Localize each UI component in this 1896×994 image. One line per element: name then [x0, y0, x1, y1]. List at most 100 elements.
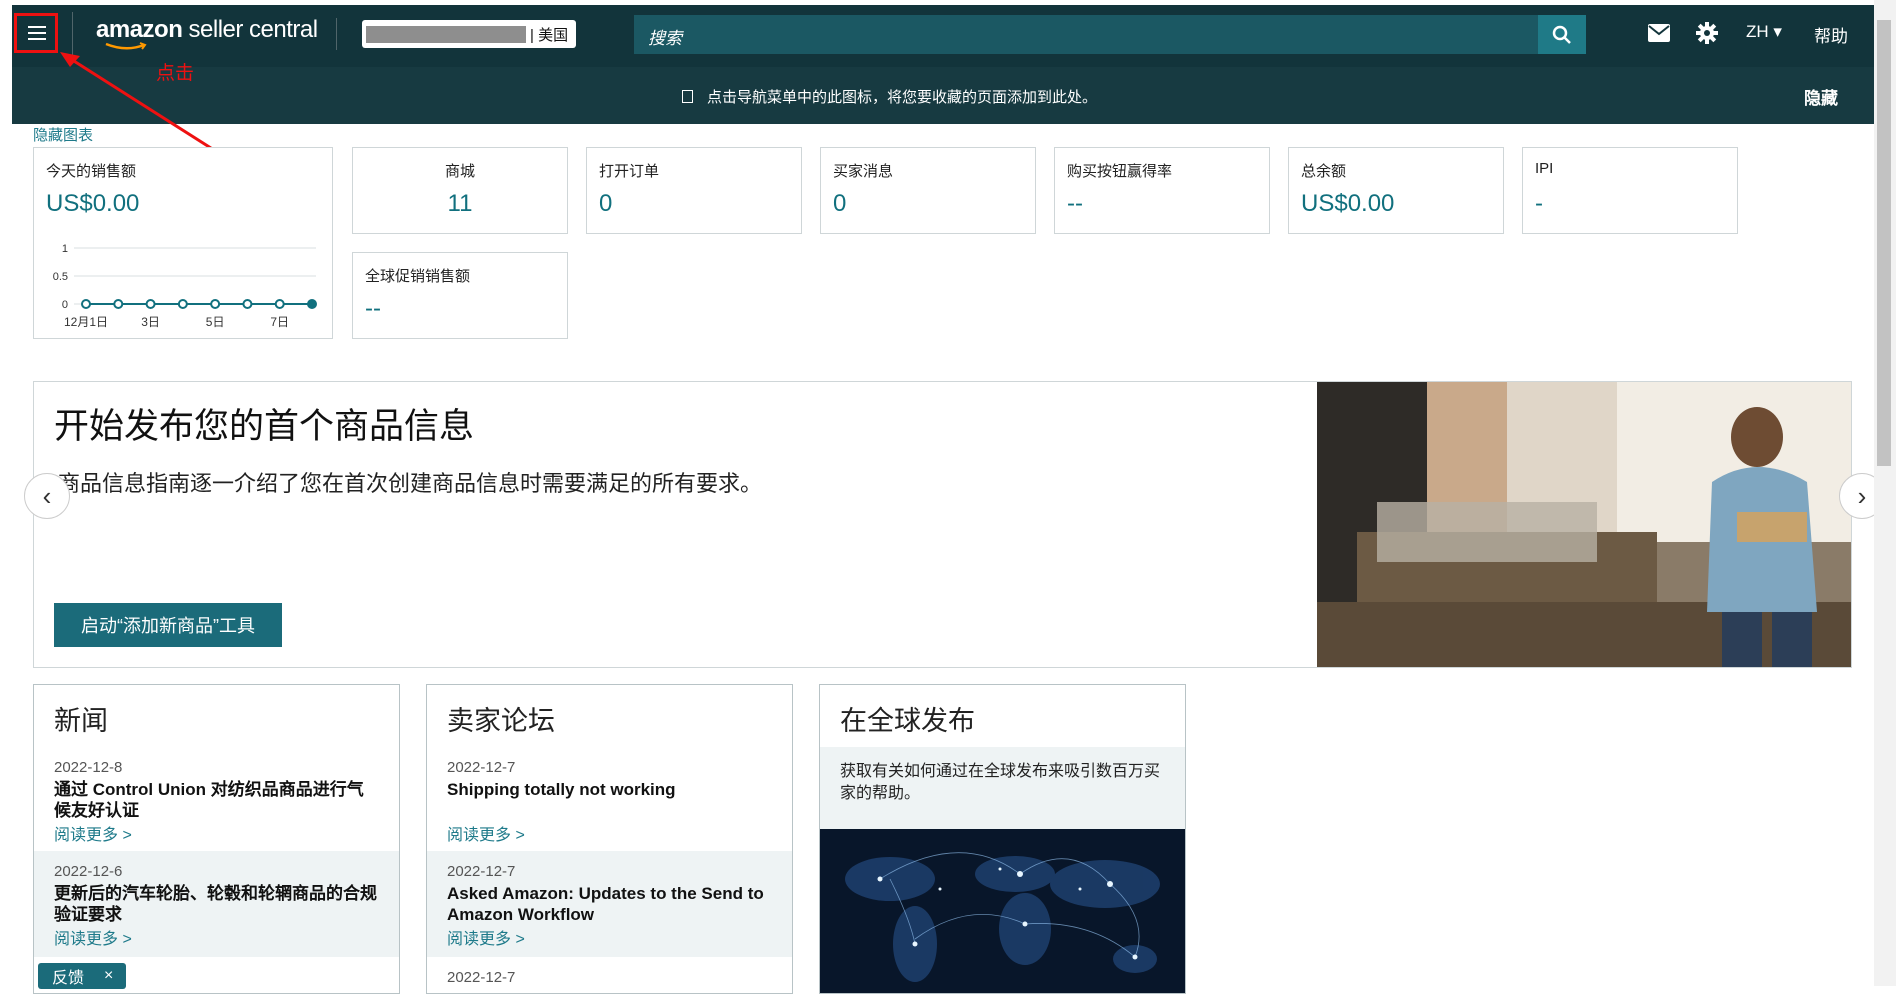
news-panel: 新闻 2022-12-8 通过 Control Union 对纺织品商品进行气候… [33, 684, 400, 994]
search-input[interactable]: 搜索 [634, 15, 1538, 54]
open-orders-label: 打开订单 [599, 163, 660, 180]
redacted-account-name [366, 26, 526, 43]
global-promo-label: 全球促销销售额 [365, 268, 471, 285]
y-tick-label: 1 [62, 243, 68, 255]
total-balance-card[interactable]: 总余额 US$0.00 [1288, 147, 1504, 234]
forum-read-more-link[interactable]: 阅读更多 > [447, 821, 525, 845]
click-annotation-label: 点击 [156, 63, 195, 84]
feedback-button[interactable]: 反馈 × [38, 963, 126, 989]
news-date: 2022-12-8 [54, 759, 123, 776]
news-read-more-link[interactable]: 阅读更多 > [54, 925, 132, 949]
news-item: 2022-12-6 更新后的汽车轮胎、轮毂和轮辋商品的合规验证要求 阅读更多 > [34, 851, 399, 957]
buyer-messages-value: 0 [833, 190, 847, 217]
y-tick-label: 0.5 [53, 271, 68, 283]
seller-forum-panel: 卖家论坛 2022-12-7 Shipping totally not work… [426, 684, 793, 994]
amazon-smile-icon [105, 42, 147, 50]
forum-date: 2022-12-7 [447, 759, 516, 776]
account-marketplace-selector[interactable]: | 美国 [362, 20, 576, 48]
sales-line-chart: 1 0.5 0 12月1日 3日 5日 7日 [53, 243, 317, 329]
x-tick-label: 5日 [206, 315, 225, 329]
bookmark-hint: 点击导航菜单中的此图标，将您要收藏的页面添加到此处。 [682, 86, 1097, 107]
news-item: 2022-12-8 通过 Control Union 对纺织品商品进行气候友好认… [34, 755, 399, 851]
x-tick-label: 12月1日 [64, 315, 108, 329]
search-icon [1552, 25, 1571, 44]
sales-today-card[interactable]: 今天的销售额 US$0.00 1 0.5 0 12月1日 3日 5日 7日 [33, 147, 333, 339]
chevron-right-icon: › [1857, 480, 1867, 511]
marketplace-label: | 美国 [530, 27, 569, 44]
total-balance-value: US$0.00 [1301, 190, 1395, 217]
sales-data-point[interactable] [274, 299, 285, 309]
global-promo-value: -- [365, 295, 381, 322]
forum-item: 2022-12-7 [427, 957, 792, 993]
global-description: 获取有关如何通过在全球发布来吸引数百万买家的帮助。 [840, 763, 1161, 802]
search-placeholder: 搜索 [648, 29, 682, 48]
gear-icon[interactable] [1696, 22, 1718, 44]
ipi-card[interactable]: IPI - [1522, 147, 1738, 234]
global-title: 在全球发布 [840, 706, 975, 736]
amazon-seller-central-logo[interactable]: amazon seller central [96, 16, 318, 44]
bookmark-hint-text: 点击导航菜单中的此图标，将您要收藏的页面添加到此处。 [707, 89, 1098, 106]
menu-highlight-annotation [14, 13, 58, 53]
buy-box-label: 购买按钮赢得率 [1067, 163, 1173, 180]
language-selector[interactable]: ZH ▾ [1746, 22, 1782, 42]
sales-data-point[interactable] [145, 299, 156, 309]
x-tick-label: 7日 [270, 315, 289, 329]
forum-title: 卖家论坛 [447, 706, 555, 736]
buy-box-card[interactable]: 购买按钮赢得率 -- [1054, 147, 1270, 234]
sales-today-label: 今天的销售额 [46, 163, 137, 180]
forum-thread-title[interactable]: Asked Amazon: Updates to the Send to Ama… [447, 883, 772, 925]
add-product-tool-button[interactable]: 启动“添加新商品”工具 [54, 603, 282, 647]
header-divider [72, 12, 73, 58]
global-description-box: 获取有关如何通过在全球发布来吸引数百万买家的帮助。 [820, 747, 1185, 829]
forum-date: 2022-12-7 [447, 969, 516, 986]
forum-item: 2022-12-7 Shipping totally not working 阅… [427, 755, 792, 851]
buyer-messages-card[interactable]: 买家消息 0 [820, 147, 1036, 234]
news-date: 2022-12-6 [54, 863, 123, 880]
hero-title: 开始发布您的首个商品信息 [54, 407, 475, 446]
hide-bookmark-bar-button[interactable]: 隐藏 [1804, 84, 1838, 109]
sales-data-point[interactable] [81, 299, 91, 309]
store-card[interactable]: 商城 11 [352, 147, 568, 234]
global-selling-panel: 在全球发布 获取有关如何通过在全球发布来吸引数百万买家的帮助。 [819, 684, 1186, 994]
help-link[interactable]: 帮助 [1814, 22, 1848, 47]
news-headline[interactable]: 通过 Control Union 对纺织品商品进行气候友好认证 [54, 779, 379, 821]
logo-seller-central-text: seller central [182, 16, 319, 43]
total-balance-label: 总余额 [1301, 163, 1347, 180]
sales-data-point[interactable] [113, 299, 124, 309]
carousel-prev-button[interactable]: ‹ [24, 473, 70, 519]
workshop-photo [1317, 382, 1851, 667]
global-promo-card[interactable]: 全球促销销售额 -- [352, 252, 568, 339]
hide-charts-link[interactable]: 隐藏图表 [33, 124, 93, 145]
logo-amazon-text: amazon [96, 16, 183, 43]
forum-thread-title[interactable]: Shipping totally not working [447, 779, 772, 800]
close-icon[interactable]: × [104, 967, 113, 985]
hero-description: 商品信息指南逐一介绍了您在首次创建商品信息时需要满足的所有要求。 [58, 471, 763, 496]
sales-data-point[interactable] [242, 299, 253, 309]
forum-read-more-link[interactable]: 阅读更多 > [447, 925, 525, 949]
scrollbar-thumb[interactable] [1877, 20, 1891, 466]
forum-item: 2022-12-7 Asked Amazon: Updates to the S… [427, 851, 792, 957]
x-tick-label: 3日 [141, 315, 160, 329]
open-orders-value: 0 [599, 190, 613, 217]
sales-today-value: US$0.00 [46, 190, 140, 217]
open-orders-card[interactable]: 打开订单 0 [586, 147, 802, 234]
sales-data-point[interactable] [307, 299, 317, 309]
sales-data-point[interactable] [177, 299, 188, 309]
news-headline[interactable]: 更新后的汽车轮胎、轮毂和轮辋商品的合规验证要求 [54, 883, 379, 925]
bookmark-bar: 点击导航菜单中的此图标，将您要收藏的页面添加到此处。 隐藏 [12, 67, 1874, 124]
store-value: 11 [447, 190, 473, 217]
chevron-left-icon: ‹ [42, 480, 52, 511]
news-read-more-link[interactable]: 阅读更多 > [54, 821, 132, 845]
ipi-value: - [1535, 190, 1543, 217]
feedback-label: 反馈 [52, 970, 85, 987]
y-tick-label: 0 [62, 299, 68, 311]
store-label: 商城 [444, 163, 475, 180]
search-button[interactable] [1538, 15, 1586, 54]
sales-data-point[interactable] [210, 299, 221, 309]
ipi-label: IPI [1535, 160, 1554, 177]
bookmark-icon [682, 90, 693, 103]
world-network-image[interactable] [820, 829, 1186, 994]
mail-icon[interactable] [1648, 24, 1670, 42]
header-divider-2 [336, 18, 337, 50]
buyer-messages-label: 买家消息 [833, 163, 894, 180]
